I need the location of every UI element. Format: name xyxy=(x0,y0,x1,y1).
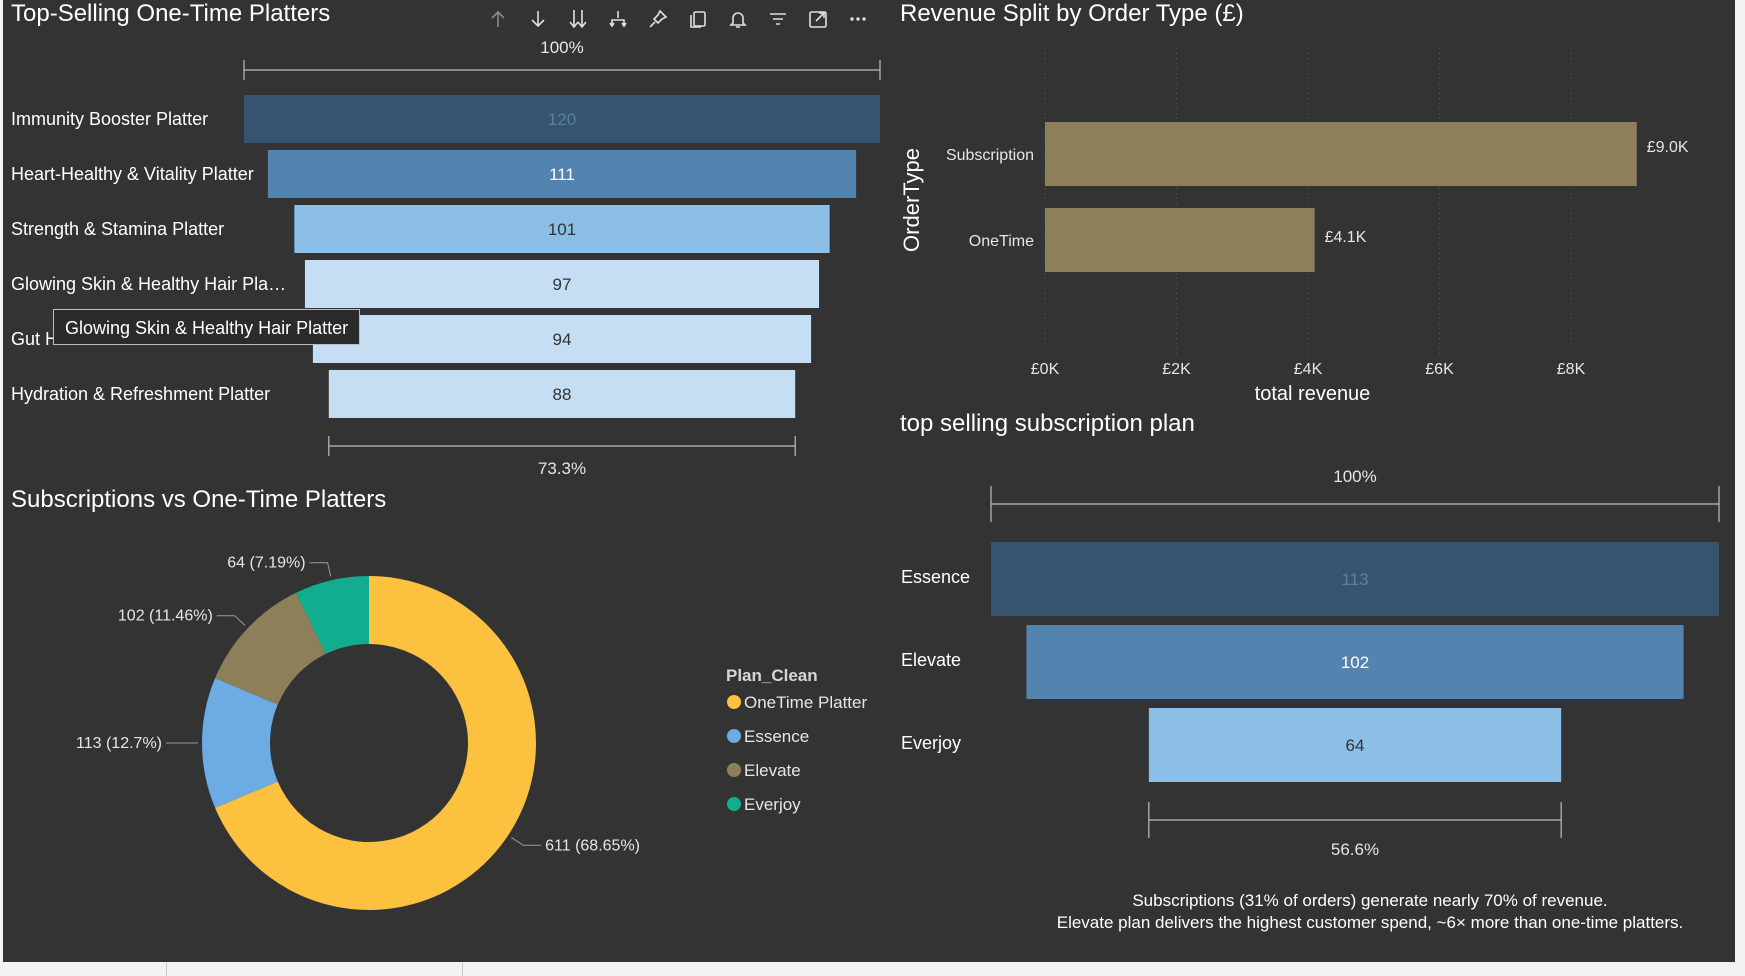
funnel1-value-label: 94 xyxy=(553,330,572,349)
funnel1-value-label: 111 xyxy=(549,165,575,184)
insight-line-2: Elevate plan delivers the highest custom… xyxy=(1056,913,1684,932)
funnel1-value-label: 120 xyxy=(548,110,576,129)
funnel1-category-label: Strength & Stamina Platter xyxy=(11,219,224,239)
page-scrollbar[interactable] xyxy=(1735,0,1745,976)
funnel1-category-label: Glowing Skin & Healthy Hair Pla… xyxy=(11,274,286,294)
page-tab-strip xyxy=(0,962,1745,976)
insight-text: Subscriptions (31% of orders) generate n… xyxy=(1000,890,1740,934)
funnel1-value-label: 101 xyxy=(548,220,576,239)
funnel1-chart: 100% 120 Immunity Booster Platter 111 Heart-… xyxy=(11,38,881,478)
funnel1-category-label: Gut H xyxy=(11,329,58,349)
funnel1-value-label: 97 xyxy=(553,275,572,294)
funnel1-category-label: Heart-Healthy & Vitality Platter xyxy=(11,164,254,184)
insight-line-1: Subscriptions (31% of orders) generate n… xyxy=(1132,891,1608,910)
funnel1-value-label: 88 xyxy=(553,385,572,404)
canvas: Top-Selling One-Time Platters Revenue Sp… xyxy=(0,0,1745,976)
funnel1-bottom-label: 73.3% xyxy=(538,459,586,478)
funnel1-category-label: Hydration & Refreshment Platter xyxy=(11,384,270,404)
funnel1-category-label: Immunity Booster Platter xyxy=(11,109,208,129)
funnel1-top-label: 100% xyxy=(540,38,583,57)
tooltip: Glowing Skin & Healthy Hair Platter xyxy=(53,309,360,345)
